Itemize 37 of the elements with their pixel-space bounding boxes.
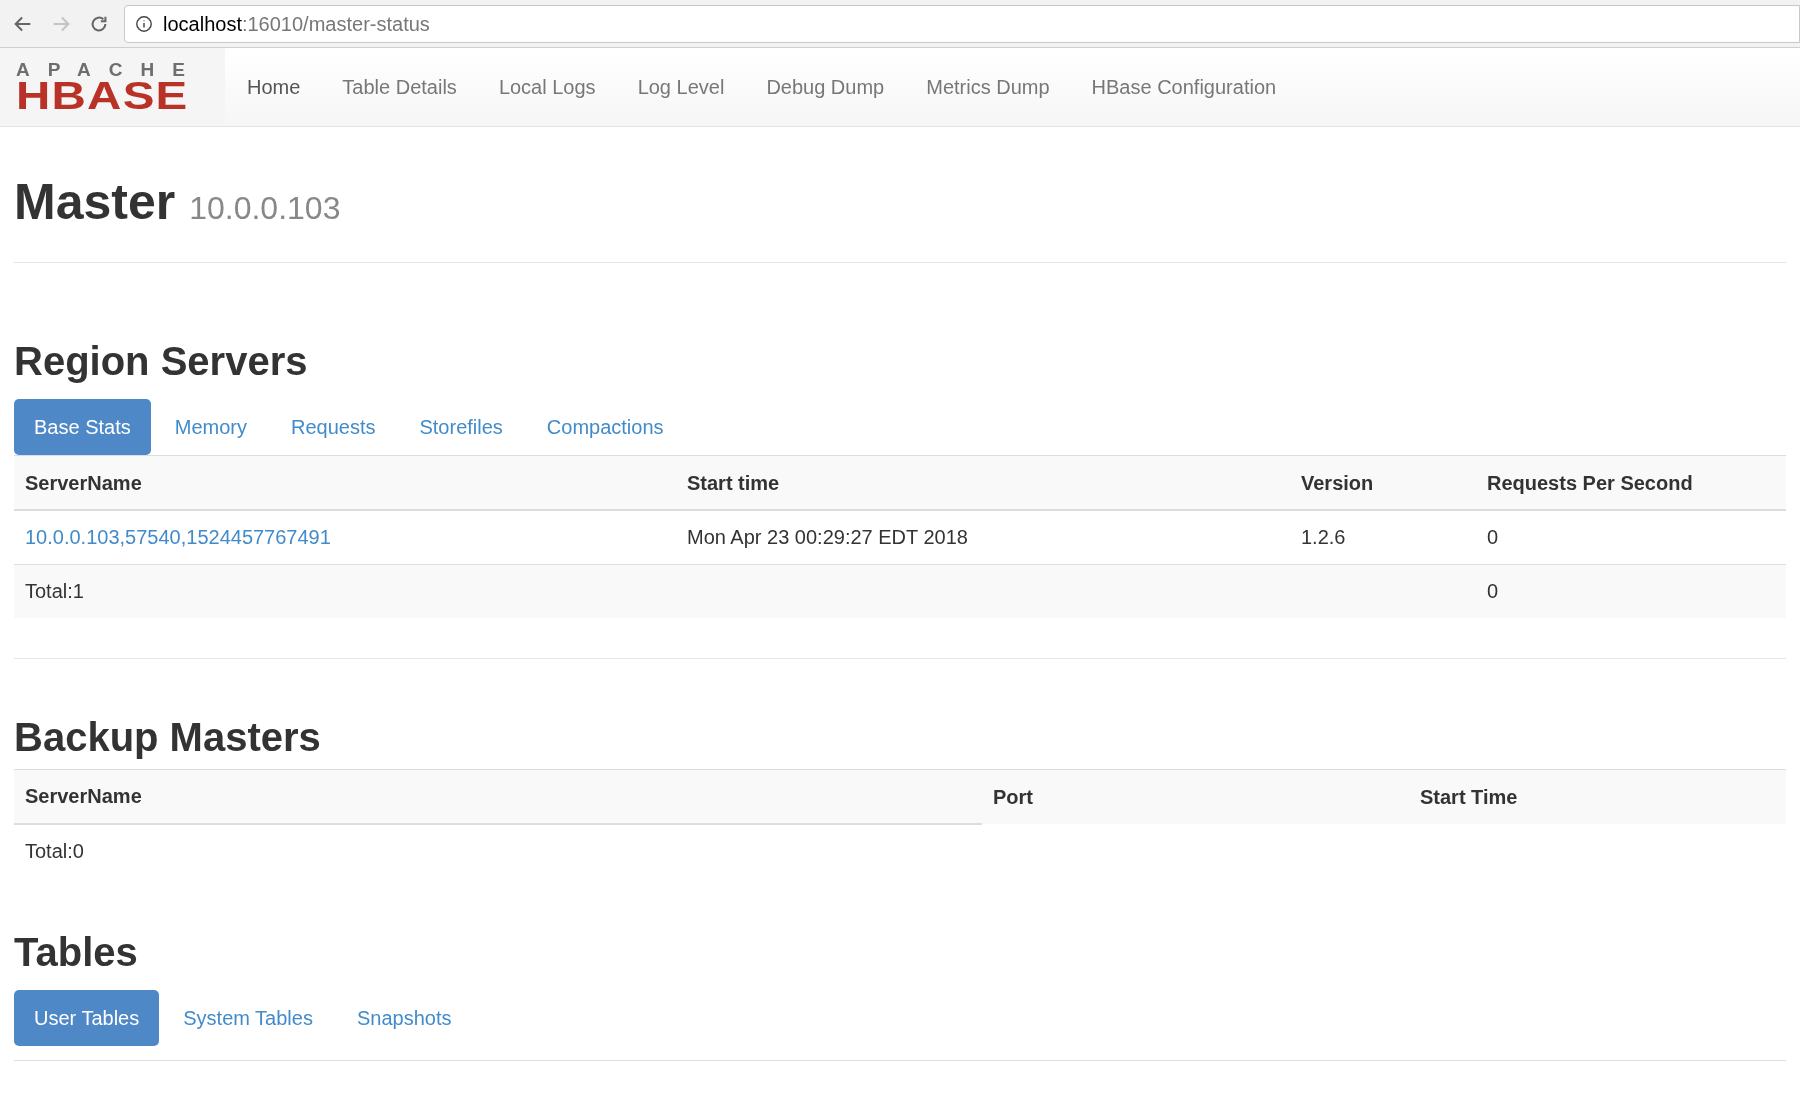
tab[interactable]: System Tables bbox=[163, 989, 333, 1046]
master-address: 10.0.0.103 bbox=[189, 189, 341, 228]
column-header: ServerName bbox=[14, 769, 982, 824]
nav-link[interactable]: Log Level bbox=[637, 72, 725, 102]
tab[interactable]: Snapshots bbox=[336, 989, 472, 1046]
nav-link[interactable]: Table Details bbox=[342, 72, 457, 102]
section-heading: Backup Masters bbox=[14, 714, 322, 761]
address-bar[interactable]: localhost:16010/master-status bbox=[124, 4, 1800, 43]
table-cell: Mon Apr 23 00:29:27 EDT 2018 bbox=[676, 510, 1290, 564]
table-cell: 0 bbox=[1476, 510, 1786, 564]
nav-link[interactable]: Debug Dump bbox=[766, 72, 885, 102]
table-cell: 1.2.6 bbox=[1290, 510, 1476, 564]
nav-link[interactable]: Local Logs bbox=[498, 72, 596, 102]
nav-link[interactable]: Home bbox=[247, 72, 301, 102]
nav-link[interactable]: Metrics Dump bbox=[926, 72, 1050, 102]
tab[interactable]: Compactions bbox=[526, 399, 684, 455]
tab[interactable]: Storefiles bbox=[399, 399, 523, 455]
table-cell: 0 bbox=[1476, 564, 1786, 618]
section-heading: Tables bbox=[14, 928, 139, 976]
page-title: Master bbox=[14, 173, 176, 232]
url-text: localhost:16010/master-status bbox=[163, 11, 430, 37]
column-header: Port bbox=[982, 769, 1409, 824]
table-cell: Total:0 bbox=[14, 823, 982, 878]
tab[interactable]: User Tables bbox=[14, 989, 160, 1046]
info-icon bbox=[135, 14, 153, 33]
tab[interactable]: Memory bbox=[154, 399, 267, 455]
section-heading: Region Servers bbox=[14, 338, 309, 385]
nav-link[interactable]: HBase Configuration bbox=[1091, 72, 1277, 102]
column-header: ServerName bbox=[14, 456, 676, 510]
column-header: Requests Per Second bbox=[1476, 456, 1786, 510]
tab[interactable]: Base Stats bbox=[14, 399, 151, 455]
column-header: Start Time bbox=[1409, 769, 1786, 824]
tab[interactable]: Requests bbox=[270, 399, 396, 455]
column-header: Start time bbox=[676, 456, 1290, 510]
server-link[interactable]: 10.0.0.103,57540,1524457767491 bbox=[25, 526, 331, 549]
column-header: Version bbox=[1290, 456, 1476, 510]
table-cell: Total:1 bbox=[14, 564, 676, 618]
